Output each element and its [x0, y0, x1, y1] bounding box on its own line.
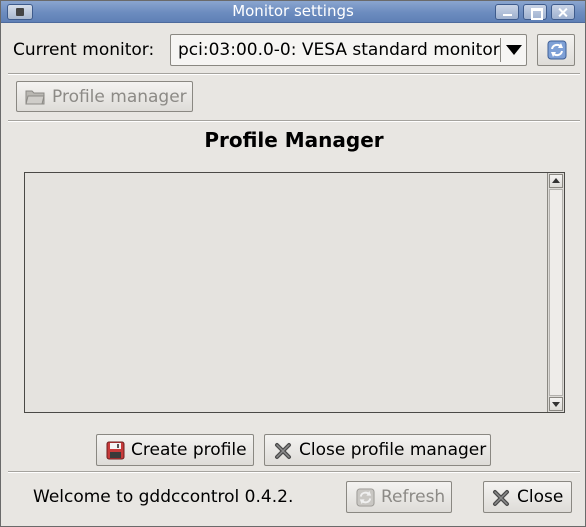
scroll-down-icon[interactable]	[549, 397, 563, 411]
close-label: Close	[517, 487, 564, 507]
close-x-icon	[274, 442, 292, 460]
refresh-icon	[547, 40, 567, 60]
refresh-button[interactable]: Refresh	[346, 481, 452, 513]
create-profile-label: Create profile	[131, 440, 247, 460]
profile-manager-heading: Profile Manager	[204, 128, 384, 152]
refresh-monitor-button[interactable]	[537, 34, 575, 66]
close-button[interactable]: Close	[483, 481, 572, 513]
create-profile-button[interactable]: Create profile	[96, 434, 254, 466]
vertical-scrollbar[interactable]	[547, 173, 564, 412]
status-text: Welcome to gddccontrol 0.4.2.	[33, 487, 294, 507]
profile-list[interactable]	[24, 172, 565, 413]
close-window-icon[interactable]	[551, 4, 575, 20]
monitor-select[interactable]: pci:03:00.0-0: VESA standard monitor	[170, 34, 527, 66]
title-bar[interactable]: Monitor settings	[1, 1, 585, 23]
scroll-up-icon[interactable]	[549, 174, 563, 188]
monitor-select-value: pci:03:00.0-0: VESA standard monitor	[178, 40, 500, 60]
refresh-icon	[356, 488, 375, 507]
floppy-disk-icon	[106, 441, 125, 460]
current-monitor-label: Current monitor:	[13, 40, 155, 60]
close-profile-manager-label: Close profile manager	[299, 440, 487, 460]
minimize-icon[interactable]	[495, 4, 519, 20]
profile-manager-label: Profile manager	[52, 87, 187, 107]
combo-divider	[500, 38, 501, 62]
close-profile-manager-button[interactable]: Close profile manager	[264, 434, 491, 466]
dropdown-arrow-icon[interactable]	[506, 45, 522, 55]
separator	[8, 73, 580, 75]
profile-manager-button[interactable]: Profile manager	[16, 81, 193, 112]
scroll-trough[interactable]	[549, 189, 563, 396]
separator	[8, 120, 580, 122]
close-x-icon	[492, 489, 510, 507]
maximize-icon[interactable]	[523, 4, 547, 20]
main-window: Monitor settings Current monitor: pci:03…	[0, 0, 586, 527]
separator	[8, 471, 580, 473]
folder-icon	[25, 88, 45, 106]
refresh-label: Refresh	[381, 487, 446, 507]
